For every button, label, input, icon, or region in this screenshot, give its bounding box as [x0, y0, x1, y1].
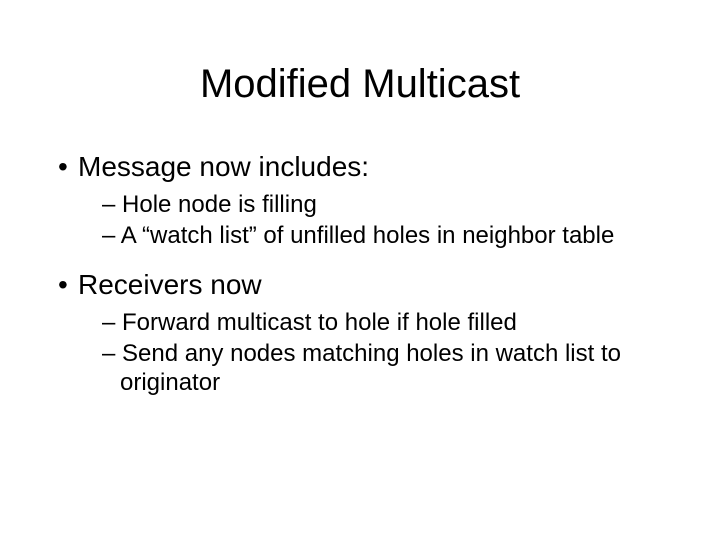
- slide-title: Modified Multicast: [0, 62, 720, 107]
- bullet-level2: Hole node is filling: [58, 190, 662, 219]
- bullet-level2: Send any nodes matching holes in watch l…: [58, 339, 662, 398]
- bullet-group: Forward multicast to hole if hole filled…: [58, 308, 662, 398]
- bullet-level1: Message now includes:: [58, 150, 662, 184]
- slide: Modified Multicast Message now includes:…: [0, 0, 720, 540]
- slide-body: Message now includes: Hole node is filli…: [58, 150, 662, 416]
- bullet-level1: Receivers now: [58, 268, 662, 302]
- bullet-level2: A “watch list” of unfilled holes in neig…: [58, 221, 662, 250]
- bullet-group: Hole node is filling A “watch list” of u…: [58, 190, 662, 251]
- bullet-level2: Forward multicast to hole if hole filled: [58, 308, 662, 337]
